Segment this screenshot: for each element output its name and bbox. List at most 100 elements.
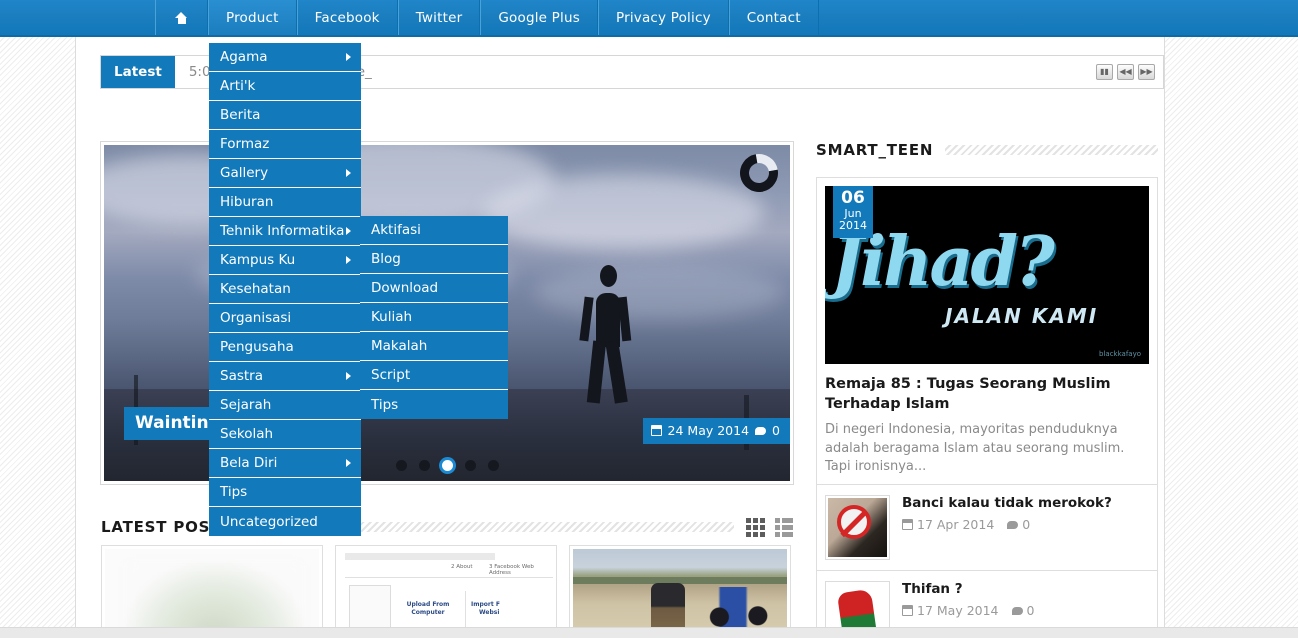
menu-item-bela-diri[interactable]: Bela Diri [209,449,361,478]
menu-item-label: Formaz [220,136,270,152]
sidebar-post-title[interactable]: Banci kalau tidak merokok? [902,495,1149,512]
header-rule [945,145,1158,155]
ticker-pause-button[interactable]: ▮▮ [1096,64,1113,80]
menu-item-agama[interactable]: Agama [209,43,361,72]
post-card[interactable]: 2 About 3 Facebook Web Address Upload Fr… [335,545,557,638]
submenu-item-aktifasi[interactable]: Aktifasi [360,216,508,245]
sidebar-post-meta: 17 May 2014 0 [902,603,1149,618]
featured-post-excerpt: Di negeri Indonesia, mayoritas pendudukn… [825,422,1125,475]
menu-item-label: Kampus Ku [220,252,296,268]
slider-comment-count: 0 [772,423,780,438]
menu-item-label: Sastra [220,368,263,384]
submenu-item-script[interactable]: Script [360,361,508,390]
featured-image-subtitle: JALAN KAMI [945,304,1099,328]
post-image-label: 2 About [451,564,473,570]
post-card[interactable] [569,545,791,638]
menu-item-tips[interactable]: Tips [209,478,361,507]
post-image-label: 3 Facebook Web Address [489,564,534,576]
tehnik-informatika-submenu: Aktifasi Blog Download Kuliah Makalah Sc… [360,216,508,419]
silhouette-figure [596,293,620,347]
sidebar-widget-title: SMART_TEEN [816,141,934,159]
grid-view-icon[interactable] [746,517,765,537]
featured-post-title[interactable]: Remaja 85 : Tugas Seorang Muslim Terhada… [825,375,1149,414]
menu-item-pengusaha[interactable]: Pengusaha [209,333,361,362]
date-badge: 06 Jun 2014 [833,186,873,238]
nav-left-spacer [0,0,155,35]
menu-item-kesehatan[interactable]: Kesehatan [209,275,361,304]
sidebar-post-date: 17 May 2014 [917,603,999,619]
slider-dot-2[interactable] [418,460,430,471]
nav-item-facebook[interactable]: Facebook [296,0,398,35]
calendar-icon [902,519,913,531]
menu-item-sekolah[interactable]: Sekolah [209,420,361,449]
slider-dot-5[interactable] [487,460,499,471]
comment-bubble-icon [1011,606,1023,615]
menu-item-label: Uncategorized [220,513,318,530]
ticker-next-button[interactable]: ▶▶ [1138,64,1155,80]
post-image-label: Import F [471,601,500,608]
bottom-status-strip [0,627,1298,638]
featured-post-card[interactable]: 06 Jun 2014 Jihad? JALAN KAMI blackkafay… [816,177,1158,486]
nav-item-google-plus[interactable]: Google Plus [480,0,598,35]
menu-item-formaz[interactable]: Formaz [209,130,361,159]
submenu-item-kuliah[interactable]: Kuliah [360,303,508,332]
menu-item-sastra[interactable]: Sastra [209,362,361,391]
submenu-item-label: Download [371,280,439,296]
sidebar-widget-header: SMART_TEEN [816,137,1158,163]
menu-item-label: Tehnik Informatika [220,223,345,239]
post-image [651,583,685,631]
post-card[interactable] [101,545,323,638]
menu-item-label: Berita [220,107,261,123]
featured-image-credit: blackkafayo [1099,350,1141,358]
submenu-item-makalah[interactable]: Makalah [360,332,508,361]
submenu-item-download[interactable]: Download [360,274,508,303]
home-icon [175,11,188,24]
post-image-label: Websi [479,609,500,616]
slider-meta: 24 May 2014 0 [642,418,790,444]
menu-item-organisasi[interactable]: Organisasi [209,304,361,333]
menu-item-uncategorized[interactable]: Uncategorized [209,507,361,536]
ticker-controls: ▮▮ ◀◀ ▶▶ [1096,64,1163,80]
post-grid: 2 About 3 Facebook Web Address Upload Fr… [101,545,793,638]
featured-post-image: 06 Jun 2014 Jihad? JALAN KAMI blackkafay… [825,186,1149,364]
cloud-shape [534,265,784,320]
chevron-right-icon [346,227,351,235]
slider-dot-4[interactable] [464,460,476,471]
nav-item-twitter[interactable]: Twitter [397,0,481,35]
submenu-item-label: Aktifasi [371,222,421,238]
menu-item-artik[interactable]: Arti'k [209,72,361,101]
sidebar-post-title[interactable]: Thifan ? [902,581,1149,598]
sidebar-post-date: 17 Apr 2014 [917,517,995,533]
calendar-icon [650,425,662,436]
nav-item-contact[interactable]: Contact [728,0,819,35]
slider-dot-1[interactable] [395,460,407,471]
view-toggle-group [746,517,793,537]
chevron-right-icon [346,459,351,467]
menu-item-berita[interactable]: Berita [209,101,361,130]
nav-item-privacy-policy[interactable]: Privacy Policy [597,0,729,35]
list-view-icon[interactable] [775,517,793,537]
slider-dot-3[interactable] [441,460,453,471]
slider-date: 24 May 2014 [667,423,750,438]
menu-item-kampus-ku[interactable]: Kampus Ku [209,246,361,275]
date-year: 2014 [839,219,867,233]
nav-item-product[interactable]: Product [208,0,297,35]
submenu-item-label: Kuliah [371,309,413,325]
menu-item-hiburan[interactable]: Hiburan [209,188,361,217]
ticker-prev-button[interactable]: ◀◀ [1117,64,1134,80]
menu-item-label: Kesehatan [220,281,291,297]
submenu-item-blog[interactable]: Blog [360,245,508,274]
comment-bubble-icon [755,426,767,435]
submenu-item-label: Blog [371,251,401,267]
menu-item-gallery[interactable]: Gallery [209,159,361,188]
menu-item-sejarah[interactable]: Sejarah [209,391,361,420]
menu-item-label: Gallery [220,165,269,181]
sidebar-post-meta: 17 Apr 2014 0 [902,517,1149,532]
nav-item-home[interactable] [155,0,208,35]
menu-item-tehnik-informatika[interactable]: Tehnik Informatika [209,217,361,246]
submenu-item-tips[interactable]: Tips [360,390,508,419]
sidebar-post-item[interactable]: Banci kalau tidak merokok? 17 Apr 2014 0 [816,485,1158,572]
submenu-item-label: Makalah [371,338,428,354]
slider-dots [104,460,790,471]
ticker-latest-label: Latest [101,56,175,88]
